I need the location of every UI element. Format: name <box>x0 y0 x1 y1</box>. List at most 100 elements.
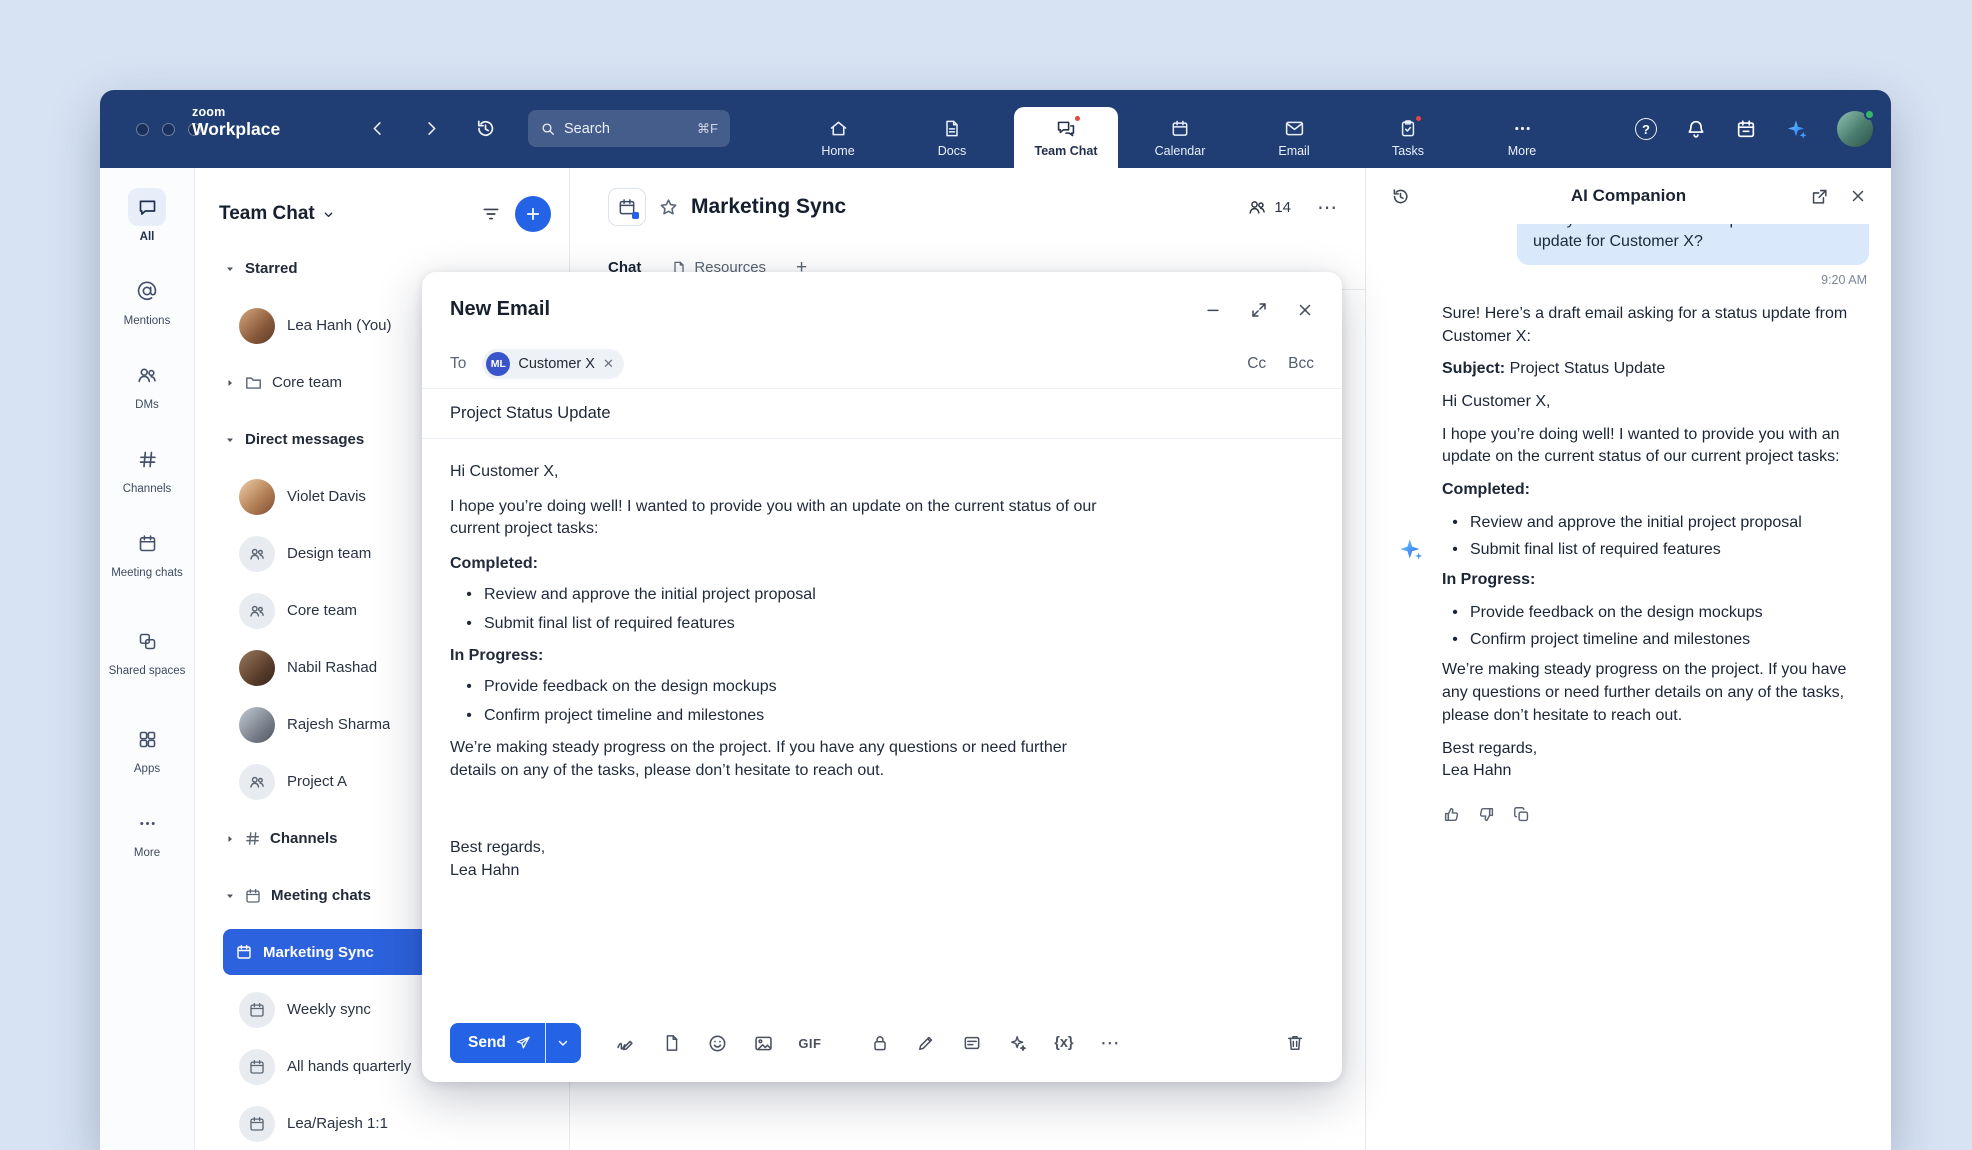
variables-icon[interactable]: {x} <box>1045 1024 1083 1062</box>
star-icon[interactable] <box>658 197 679 218</box>
reply-inprogress-label: In Progress: <box>1442 569 1866 592</box>
rail-item-meeting-chats[interactable]: Meeting chats <box>100 514 194 612</box>
reply-closing: We’re making steady progress on the proj… <box>1442 659 1866 727</box>
meeting-calendar-icon <box>244 887 262 905</box>
channel-header: Marketing Sync 14 ⋯ <box>570 168 1365 246</box>
user-avatar[interactable] <box>1837 111 1873 147</box>
rail-item-channels[interactable]: Channels <box>100 430 194 514</box>
to-field[interactable]: To ML Customer X ✕ Cc Bcc <box>422 339 1342 389</box>
send-button[interactable]: Send <box>450 1023 545 1063</box>
rail-item-apps[interactable]: Apps <box>100 710 194 794</box>
topbar-right: ? <box>1635 90 1873 168</box>
signature-block: Best regards, Lea Hahn <box>450 837 1110 882</box>
ai-panel-title: AI Companion <box>1571 186 1686 206</box>
group-avatar-icon <box>239 764 275 800</box>
nav-docs[interactable]: Docs <box>900 107 1004 168</box>
minimize-icon[interactable] <box>1204 301 1222 319</box>
left-rail: All Mentions DMs Channels <box>100 168 195 1150</box>
reply-greeting: Hi Customer X, <box>1442 391 1866 414</box>
channel-more-button[interactable]: ⋯ <box>1317 195 1337 220</box>
app-window: zoom Workplace Search ⌘F Home <box>100 90 1891 1150</box>
desktop: { "colors": { "accent_blue": "#2463e6", … <box>0 0 1972 1110</box>
nav-home[interactable]: Home <box>786 107 890 168</box>
rail-item-mentions[interactable]: Mentions <box>100 262 194 346</box>
rail-label: Mentions <box>124 315 171 328</box>
ai-panel-header: AI Companion <box>1366 168 1891 224</box>
bullet-item: •Provide feedback on the design mockups <box>450 676 1110 699</box>
bullet-item: •Review and approve the initial project … <box>450 584 1110 607</box>
back-button[interactable] <box>368 119 387 138</box>
folder-icon <box>244 373 263 392</box>
rail-item-all[interactable]: All <box>100 178 194 262</box>
reply-subject: Subject: Project Status Update <box>1442 358 1866 381</box>
signature-icon[interactable] <box>607 1024 645 1062</box>
body-signoff: Best regards, <box>450 837 1110 860</box>
nav-label: Email <box>1278 144 1309 158</box>
team-chat-dropdown[interactable]: Team Chat <box>219 203 335 225</box>
filter-icon[interactable] <box>481 204 501 224</box>
nav-calendar[interactable]: Calendar <box>1128 107 1232 168</box>
nav-team-chat[interactable]: Team Chat <box>1014 107 1118 168</box>
member-count[interactable]: 14 <box>1247 197 1291 217</box>
open-in-new-icon[interactable] <box>1810 187 1829 206</box>
copy-icon[interactable] <box>1512 805 1531 824</box>
edit-pencil-icon[interactable] <box>907 1024 945 1062</box>
nav-label: Home <box>821 144 854 158</box>
recipient-chip[interactable]: ML Customer X ✕ <box>482 349 623 379</box>
reply-intro: Sure! Here’s a draft email asking for a … <box>1442 303 1866 348</box>
bullet-item: •Confirm project timeline and milestones <box>450 705 1110 728</box>
emoji-icon[interactable] <box>699 1024 737 1062</box>
message-timestamp: 9:20 AM <box>1821 273 1867 287</box>
close-icon[interactable] <box>1296 301 1314 319</box>
new-chat-button[interactable] <box>515 196 551 232</box>
help-icon[interactable]: ? <box>1635 118 1657 140</box>
ai-sparkle-icon[interactable] <box>999 1024 1037 1062</box>
nav-more[interactable]: More <box>1470 107 1574 168</box>
attach-file-icon[interactable] <box>653 1024 691 1062</box>
caret-down-icon <box>225 264 235 274</box>
body-signature: Lea Hahn <box>450 860 1110 883</box>
image-icon[interactable] <box>745 1024 783 1062</box>
caret-down-icon <box>225 435 235 445</box>
calendar-icon <box>1170 117 1190 139</box>
reply-completed-label: Completed: <box>1442 479 1866 502</box>
remove-recipient-icon[interactable]: ✕ <box>603 356 614 372</box>
meeting-avatar-icon <box>239 1049 275 1085</box>
notifications-bell-icon[interactable] <box>1685 118 1707 140</box>
send-options-button[interactable] <box>545 1023 581 1063</box>
delete-draft-icon[interactable] <box>1276 1024 1314 1062</box>
close-panel-icon[interactable] <box>1849 187 1867 205</box>
list-item-lea-rajesh[interactable]: Lea/Rajesh 1:1 <box>195 1095 569 1150</box>
rail-item-more[interactable]: More <box>100 794 194 878</box>
bullet-item: •Submit final list of required features <box>450 613 1110 636</box>
thumbs-down-icon[interactable] <box>1477 805 1496 824</box>
ai-companion-sparkle-icon[interactable] <box>1785 117 1809 141</box>
chevron-down-icon <box>322 208 335 221</box>
rail-item-shared-spaces[interactable]: Shared spaces <box>100 612 194 710</box>
nav-email[interactable]: Email <box>1242 107 1346 168</box>
meeting-avatar-icon <box>239 992 275 1028</box>
group-avatar-icon <box>239 536 275 572</box>
close-window-button[interactable] <box>136 123 149 136</box>
gif-icon[interactable]: GIF <box>791 1024 829 1062</box>
forward-button[interactable] <box>422 119 441 138</box>
template-icon[interactable] <box>953 1024 991 1062</box>
expand-icon[interactable] <box>1250 301 1268 319</box>
history-icon[interactable] <box>474 117 497 140</box>
bcc-button[interactable]: Bcc <box>1288 355 1314 373</box>
schedule-calendar-icon[interactable] <box>1735 118 1757 140</box>
group-avatar-icon <box>239 593 275 629</box>
rail-label: All <box>140 231 155 244</box>
thumbs-up-icon[interactable] <box>1442 805 1461 824</box>
rail-item-dms[interactable]: DMs <box>100 346 194 430</box>
lock-icon[interactable] <box>861 1024 899 1062</box>
minimize-window-button[interactable] <box>162 123 175 136</box>
cc-button[interactable]: Cc <box>1247 355 1266 373</box>
people-icon <box>1247 197 1267 217</box>
nav-tasks[interactable]: Tasks <box>1356 107 1460 168</box>
subject-field[interactable]: Project Status Update <box>422 389 1342 439</box>
search-input[interactable]: Search ⌘F <box>528 110 730 147</box>
history-icon[interactable] <box>1390 186 1411 207</box>
more-options-icon[interactable]: ⋯ <box>1091 1024 1129 1062</box>
email-body-editor[interactable]: Hi Customer X, I hope you’re doing well!… <box>422 439 1138 882</box>
